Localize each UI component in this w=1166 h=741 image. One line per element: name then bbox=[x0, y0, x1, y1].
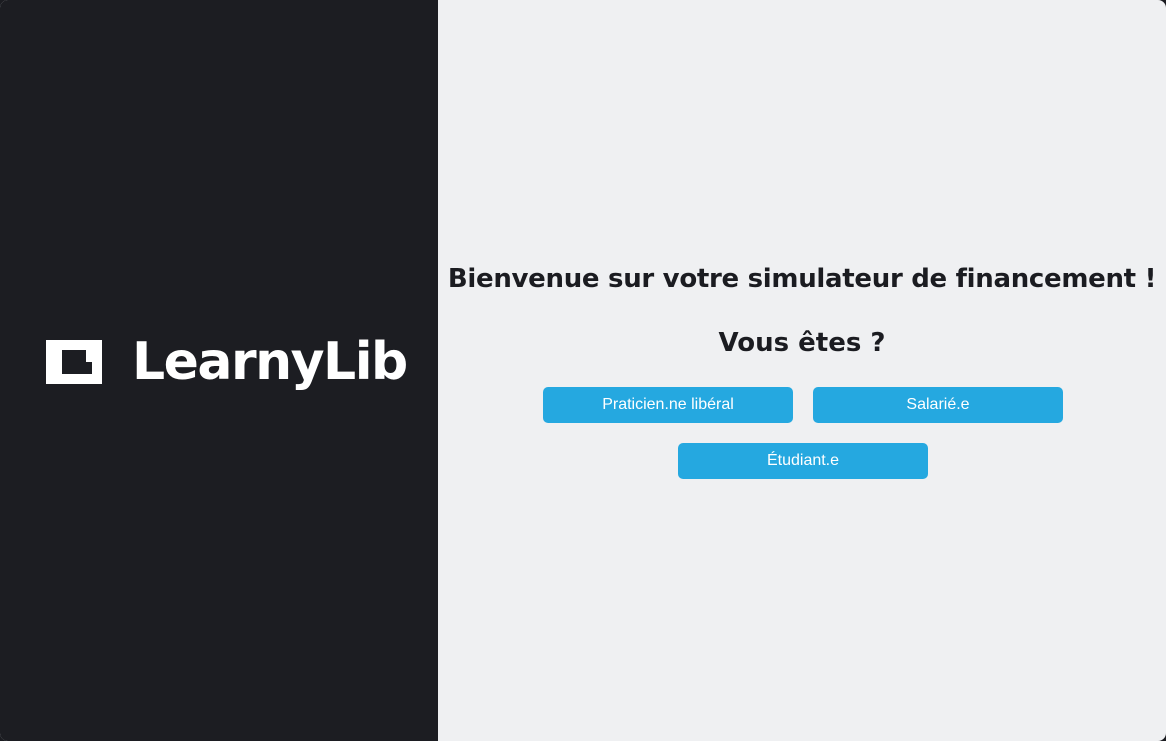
employee-button[interactable]: Salarié.e bbox=[813, 387, 1063, 423]
brand-name: LearnyLib bbox=[132, 332, 408, 392]
liberal-practitioner-button[interactable]: Praticien.ne libéral bbox=[543, 387, 793, 423]
student-button[interactable]: Étudiant.e bbox=[678, 443, 928, 479]
brand-panel: LearnyLib bbox=[0, 0, 438, 741]
main-content: Bienvenue sur votre simulateur de financ… bbox=[438, 0, 1166, 741]
welcome-heading: Bienvenue sur votre simulateur de financ… bbox=[447, 264, 1157, 294]
app-window: LearnyLib Bienvenue sur votre simulateur… bbox=[0, 0, 1166, 741]
learnylib-logo-icon bbox=[46, 340, 102, 384]
profile-question: Vous êtes ? bbox=[718, 328, 886, 358]
brand-logo: LearnyLib bbox=[46, 332, 408, 392]
